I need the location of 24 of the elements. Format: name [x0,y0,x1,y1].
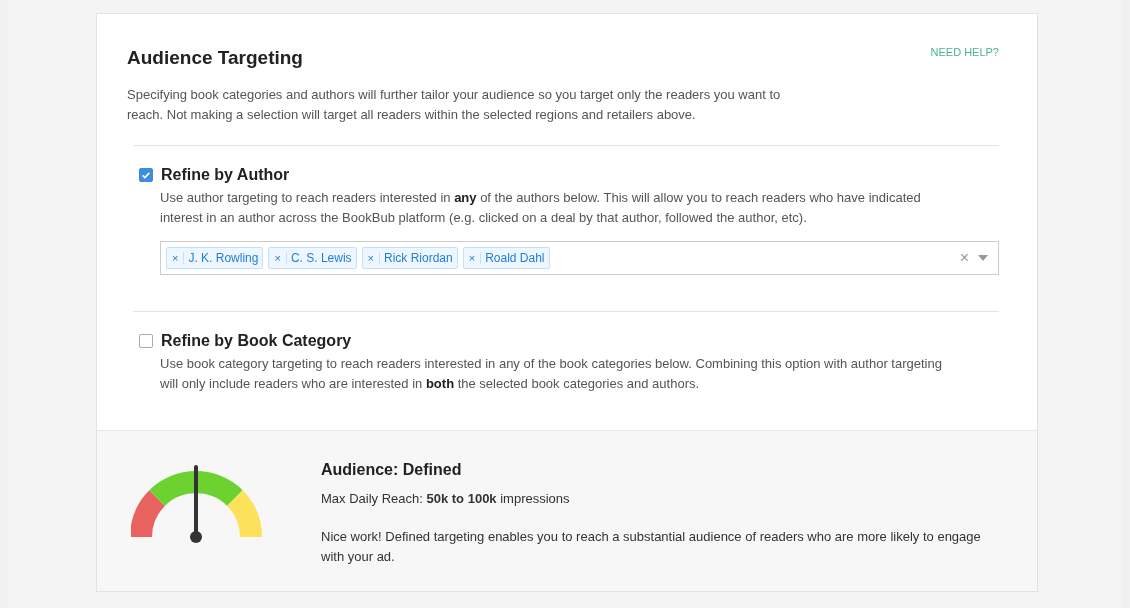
tag-label: Roald Dahl [484,251,546,265]
check-icon [141,170,151,180]
summary-message: Nice work! Defined targeting enables you to reach a substantial audience of readers who are more likely to engage with your ad. [321,528,982,566]
tag-label: C. S. Lewis [289,251,353,265]
remove-tag-button[interactable]: × [362,252,381,264]
help-link[interactable]: NEED HELP? [930,46,999,58]
author-select[interactable]: × J. K. Rowling × C. S. Lewis × Rick Riordan × Roald Dahl × [160,241,999,275]
option-description: Use book category targeting to reach readers interested in any of the book categories below. Combining this option with author targeting will only include readers who are interested in both the selected book categories and authors. [160,355,943,393]
option-label[interactable]: Refine by Author [161,166,290,184]
reach-text: Max Daily Reach: 50k to 100k impressions [321,490,571,508]
tag-label: Rick Riordan [383,251,454,265]
audience-heading: Audience: Defined [321,461,463,479]
checkbox[interactable] [139,334,153,348]
option-description: Use author targeting to reach readers interested in any of the authors below. This will allow you to reach readers who have indicated interest in an author across the BookBub platform (e.g. clicked on a deal by that author, followed the author, etc). [160,189,922,227]
remove-tag-button[interactable]: × [269,252,287,264]
caret-icon[interactable] [978,255,988,261]
checkbox[interactable] [139,168,153,182]
intro-text: Specifying book categories and authors will further tailor your audience so you target only the readers you want to reach. Not making a selection will target all readers within the selected regions and retailers above. [127,86,782,124]
option-label[interactable]: Refine by Book Category [161,332,352,350]
clear-button[interactable]: × [959,249,969,267]
remove-tag-button[interactable]: × [463,252,482,264]
section-title: Audience Targeting [127,47,303,69]
remove-tag-button[interactable]: × [167,252,185,264]
tag-label: J. K. Rowling [187,251,260,265]
